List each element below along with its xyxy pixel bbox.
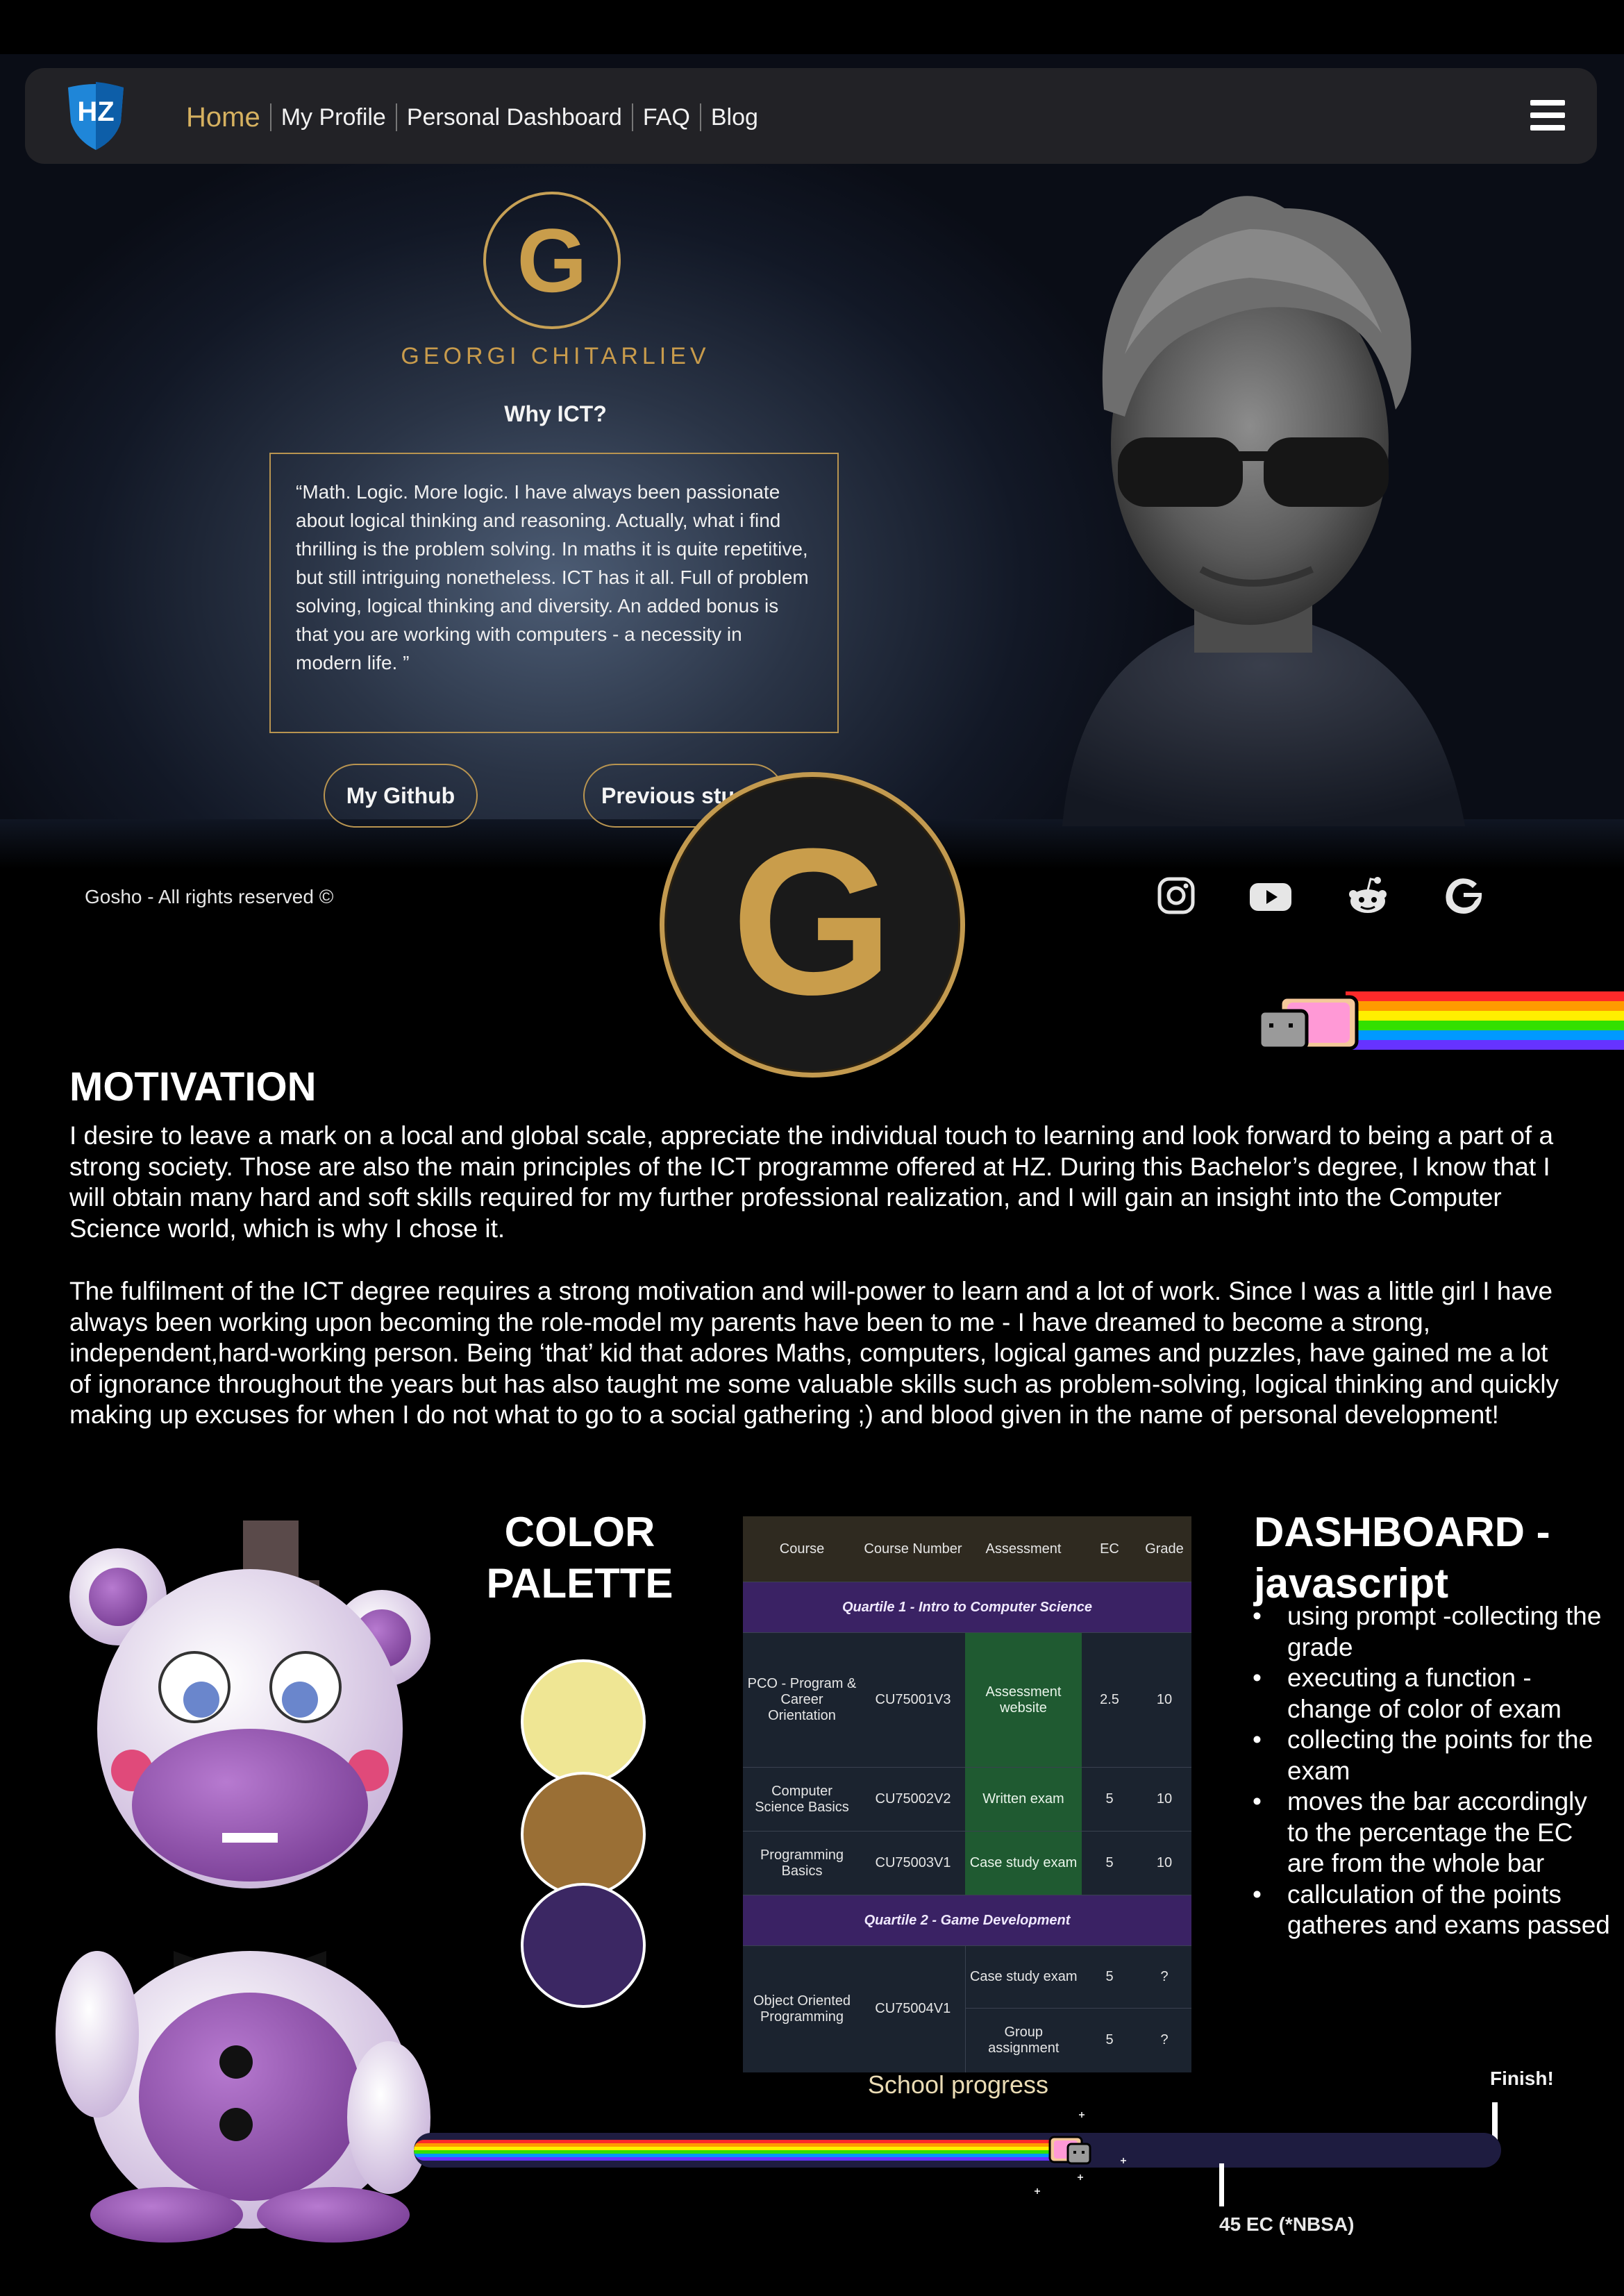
school-progress-bar (414, 2133, 1501, 2168)
cell-assessment: Case study exam (964, 1945, 1082, 2009)
nyan-cat-progress-icon (1048, 2136, 1091, 2165)
author-name: GEORGI CHITARLIEV (401, 343, 710, 369)
cell-course: Object Oriented Programming (743, 1945, 861, 2072)
header-course-number: Course Number (861, 1516, 965, 1582)
cell-ec: 5 (1082, 1831, 1137, 1895)
dashboard-heading-line1: DASHBOARD - (1254, 1509, 1550, 1555)
why-ict-quote: “Math. Logic. More logic. I have always … (269, 453, 839, 733)
header-ec: EC (1082, 1516, 1137, 1582)
top-black-bar (0, 0, 1624, 54)
cell-ec: 2.5 (1082, 1632, 1137, 1768)
motivation-paragraph: The fulfilment of the ICT degree require… (69, 1277, 1559, 1429)
progress-fill-rainbow (414, 2140, 1066, 2161)
cell-grade: ? (1137, 2008, 1191, 2072)
sparkle-icon (1035, 2188, 1040, 2194)
monogram-logo-large: G (660, 772, 965, 1078)
hz-shield-logo[interactable]: HZ (64, 82, 128, 151)
profile-portrait (1062, 196, 1465, 826)
cell-ec: 5 (1082, 2008, 1137, 2072)
table-header-row: Course Course Number Assessment EC Grade (743, 1516, 1191, 1582)
my-github-button[interactable]: My Github (324, 764, 478, 828)
cell-assessment: Group assignment (964, 2008, 1082, 2072)
nav-home[interactable]: Home (186, 102, 270, 133)
header-assessment: Assessment (965, 1516, 1082, 1582)
list-item: callculation of the points gatheres and … (1251, 1879, 1612, 1941)
google-icon[interactable] (1443, 873, 1484, 918)
motivation-paragraph: I desire to leave a mark on a local and … (69, 1121, 1554, 1243)
cell-assessment: Case study exam (965, 1831, 1082, 1895)
table-row: PCO - Program & Career Orientation CU750… (743, 1632, 1191, 1768)
animatronic-bear-image (56, 1520, 430, 2243)
cell-course: Computer Science Basics (743, 1767, 861, 1832)
cell-grade: 10 (1137, 1632, 1191, 1768)
why-ict-heading: Why ICT? (504, 401, 607, 426)
cell-assessment: Assessment website (965, 1632, 1082, 1768)
list-item: moves the bar accordingly to the percent… (1251, 1786, 1612, 1879)
cell-number: CU75002V2 (861, 1767, 965, 1832)
sparkle-icon (1079, 2112, 1085, 2118)
cell-grade: 10 (1137, 1831, 1191, 1895)
cell-course: PCO - Program & Career Orientation (743, 1632, 861, 1768)
motivation-heading: MOTIVATION (69, 1064, 317, 1109)
table-row: Computer Science Basics CU75002V2 Writte… (743, 1767, 1191, 1832)
sparkle-icon (1121, 2158, 1126, 2163)
cell-assessment: Written exam (965, 1767, 1082, 1832)
cell-number: CU75004V1 (861, 1945, 965, 2072)
finish-label: Finish! (1490, 2068, 1554, 2089)
nav-blog[interactable]: Blog (701, 104, 768, 131)
nav-faq[interactable]: FAQ (633, 104, 700, 131)
hamburger-menu-icon[interactable] (1530, 100, 1565, 131)
cell-ec: 5 (1082, 1767, 1137, 1832)
footer-copyright: Gosho - All rights reserved © (85, 886, 334, 907)
header-grade: Grade (1137, 1516, 1191, 1582)
monogram-letter: G (517, 210, 587, 311)
nyan-cat-rainbow-image (1257, 991, 1624, 1050)
monogram-logo-small: G (483, 192, 621, 329)
table-row: Programming Basics CU75003V1 Case study … (743, 1831, 1191, 1895)
color-swatch-purple (521, 1883, 646, 2008)
color-palette-heading: COLOR PALETTE (444, 1507, 715, 1609)
color-palette-heading-line2: PALETTE (486, 1560, 673, 1607)
color-swatch-yellow (521, 1659, 646, 1784)
nbsa-marker (1219, 2163, 1224, 2206)
instagram-icon[interactable] (1155, 873, 1197, 918)
cell-number: CU75003V1 (861, 1831, 965, 1895)
cell-grade: ? (1137, 1945, 1191, 2009)
quartile-2-label: Quartile 2 - Game Development (743, 1895, 1191, 1946)
hero-section: HZ Home My Profile Personal Dashboard FA… (0, 0, 1624, 869)
school-progress-heading: School progress (867, 2070, 1049, 2099)
quartile-row: Quartile 1 - Intro to Computer Science (743, 1582, 1191, 1633)
list-item: collecting the points for the exam (1251, 1725, 1612, 1786)
dashboard-heading: DASHBOARD - javascript (1254, 1507, 1615, 1609)
table-row: Object Oriented Programming CU75004V1 Ca… (743, 1945, 1191, 2072)
quartile-1-label: Quartile 1 - Intro to Computer Science (743, 1582, 1191, 1633)
dashboard-feature-list: using prompt -collecting the grade execu… (1251, 1601, 1612, 1941)
list-item: using prompt -collecting the grade (1251, 1601, 1612, 1663)
hz-logo-text: HZ (77, 97, 114, 127)
nbsa-label: 45 EC (*NBSA) (1219, 2213, 1355, 2235)
color-swatch-brown (521, 1772, 646, 1897)
nav-my-profile[interactable]: My Profile (271, 104, 396, 131)
header-course: Course (743, 1516, 861, 1582)
nav-links: Home My Profile Personal Dashboard FAQ B… (186, 99, 768, 136)
cell-number: CU75001V3 (861, 1632, 965, 1768)
cell-grade: 10 (1137, 1767, 1191, 1832)
cell-ec: 5 (1082, 1945, 1137, 2009)
color-palette-heading-line1: COLOR (504, 1509, 655, 1555)
monogram-letter: G (731, 805, 894, 1038)
nav-personal-dashboard[interactable]: Personal Dashboard (397, 104, 632, 131)
youtube-icon[interactable] (1250, 873, 1291, 918)
list-item: executing a function - change of color o… (1251, 1663, 1612, 1725)
course-table: Course Course Number Assessment EC Grade… (743, 1516, 1191, 2072)
sparkle-icon (1078, 2175, 1083, 2180)
quartile-row: Quartile 2 - Game Development (743, 1895, 1191, 1946)
cell-course: Programming Basics (743, 1831, 861, 1895)
reddit-icon[interactable] (1347, 873, 1389, 918)
